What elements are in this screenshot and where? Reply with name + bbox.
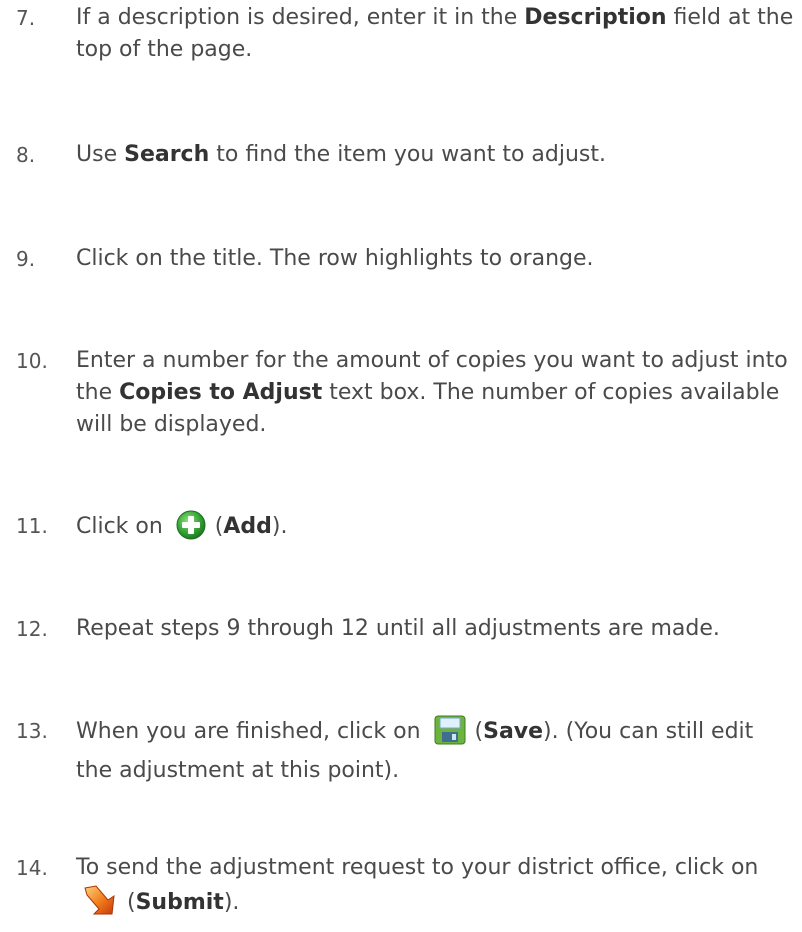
ui-term-add: Add <box>223 514 272 539</box>
ui-term-description: Description <box>524 5 667 30</box>
step-number: 8. <box>16 143 36 167</box>
step-text: When you are finished, click on (Save). … <box>76 715 796 787</box>
step-number: 7. <box>16 6 36 30</box>
ui-term-copies-to-adjust: Copies to Adjust <box>119 380 323 405</box>
step-number: 10. <box>16 349 48 373</box>
step-number: 9. <box>16 247 36 271</box>
step-number: 12. <box>16 617 48 641</box>
step-number: 14. <box>16 856 48 880</box>
add-icon <box>176 510 206 550</box>
step-text: To send the adjustment request to your d… <box>76 852 796 926</box>
step-text: Click on (Add). <box>76 510 796 550</box>
ui-term-save: Save <box>483 719 544 744</box>
submit-icon <box>82 884 118 926</box>
ui-term-submit: Submit <box>135 890 224 915</box>
step-number: 11. <box>16 514 48 538</box>
step-text: If a description is desired, enter it in… <box>76 5 794 62</box>
step-text: Use Search to find the item you want to … <box>76 142 607 167</box>
step-number: 13. <box>16 719 48 743</box>
ui-term-search: Search <box>124 142 210 167</box>
save-icon <box>434 715 466 755</box>
step-text: Enter a number for the amount of copies … <box>76 348 788 437</box>
step-text: Repeat steps 9 through 12 until all adju… <box>76 616 720 641</box>
step-text: Click on the title. The row highlights t… <box>76 246 594 271</box>
